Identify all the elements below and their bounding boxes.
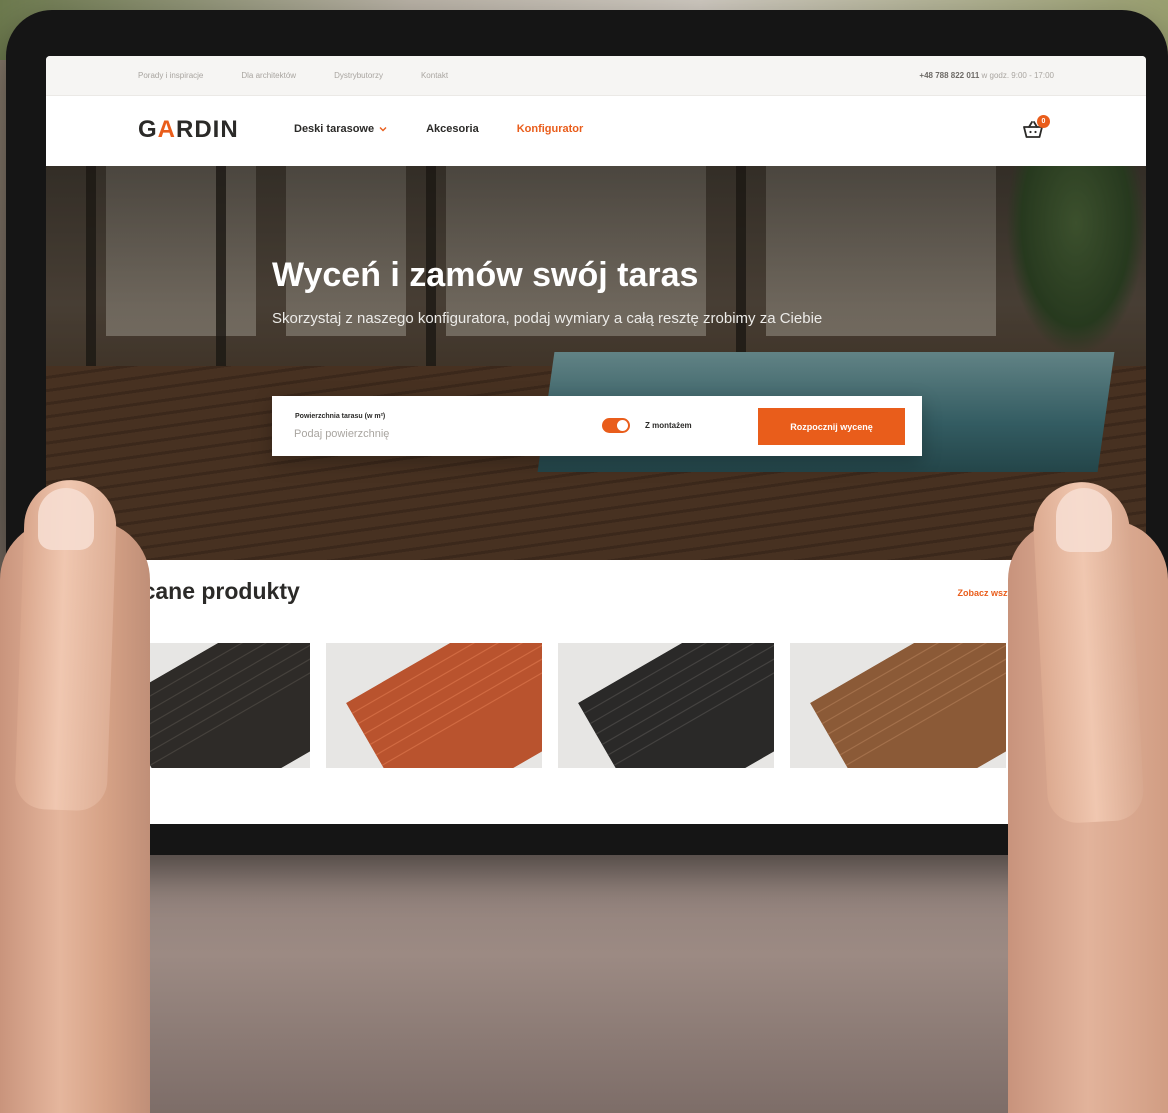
nav-item-konfigurator[interactable]: Konfigurator bbox=[517, 123, 584, 135]
nav-item-label: Konfigurator bbox=[516, 123, 584, 135]
contact-info: +48 788 822 011 w godz. 9:00 - 17:00 bbox=[919, 71, 1054, 80]
background-table-surface bbox=[0, 850, 1168, 1113]
main-navbar: GARDIN Deski tarasowe Akcesoria Konfigur… bbox=[46, 96, 1146, 166]
chevron-down-icon bbox=[379, 127, 387, 132]
area-input[interactable] bbox=[294, 426, 534, 442]
product-card[interactable] bbox=[558, 643, 774, 768]
phone-number[interactable]: +48 788 822 011 bbox=[919, 71, 979, 80]
top-link-inspiracje[interactable]: Porady i inspiracje bbox=[138, 71, 203, 80]
hero-banner: Wyceń i zamów swój taras Skorzystaj z na… bbox=[46, 166, 1146, 560]
nav-item-label: Akcesoria bbox=[426, 123, 479, 135]
logo-text: GARDIN bbox=[138, 116, 239, 143]
opening-hours: w godz. 9:00 - 17:00 bbox=[981, 71, 1055, 80]
top-link-dystrybutorzy[interactable]: Dystrybutorzy bbox=[334, 71, 383, 80]
left-thumbnail bbox=[38, 488, 94, 550]
product-grid bbox=[94, 643, 1006, 768]
top-link-architekci[interactable]: Dla architektów bbox=[241, 71, 296, 80]
nav-item-deski-tarasowe[interactable]: Deski tarasowe bbox=[294, 123, 388, 135]
top-link-kontakt[interactable]: Kontakt bbox=[421, 71, 448, 80]
start-quote-button[interactable]: Rozpocznij wycenę bbox=[758, 408, 905, 445]
product-card[interactable] bbox=[790, 643, 1006, 768]
hero-subtitle: Skorzystaj z naszego konfiguratora, poda… bbox=[272, 310, 823, 327]
area-field-label: Powierzchnia tarasu (w m²) bbox=[295, 413, 386, 420]
hero-title: Wyceń i zamów swój taras bbox=[272, 256, 699, 294]
cart-button[interactable]: 0 bbox=[1021, 115, 1050, 142]
decking-board-image bbox=[578, 643, 774, 768]
quote-form: Powierzchnia tarasu (w m²) Z montażem Ro… bbox=[272, 396, 922, 456]
top-links: Porady i inspiracje Dla architektów Dyst… bbox=[138, 71, 448, 80]
hero-overlay bbox=[46, 166, 1146, 560]
cart-count-badge: 0 bbox=[1037, 115, 1050, 128]
nav-item-label: Deski tarasowe bbox=[294, 123, 375, 135]
decking-board-image bbox=[346, 643, 542, 768]
logo-accent-letter: A bbox=[157, 116, 177, 143]
nav-item-akcesoria[interactable]: Akcesoria bbox=[426, 123, 479, 135]
product-card[interactable] bbox=[326, 643, 542, 768]
logo[interactable]: GARDIN bbox=[138, 116, 239, 144]
right-thumbnail bbox=[1056, 488, 1112, 552]
decking-board-image bbox=[810, 643, 1006, 768]
top-info-bar: Porady i inspiracje Dla architektów Dyst… bbox=[46, 56, 1146, 96]
montage-toggle[interactable] bbox=[602, 418, 630, 433]
montage-toggle-label: Z montażem bbox=[645, 421, 692, 430]
main-menu: Deski tarasowe Akcesoria Konfigurator bbox=[294, 123, 583, 135]
toggle-knob bbox=[617, 420, 628, 431]
